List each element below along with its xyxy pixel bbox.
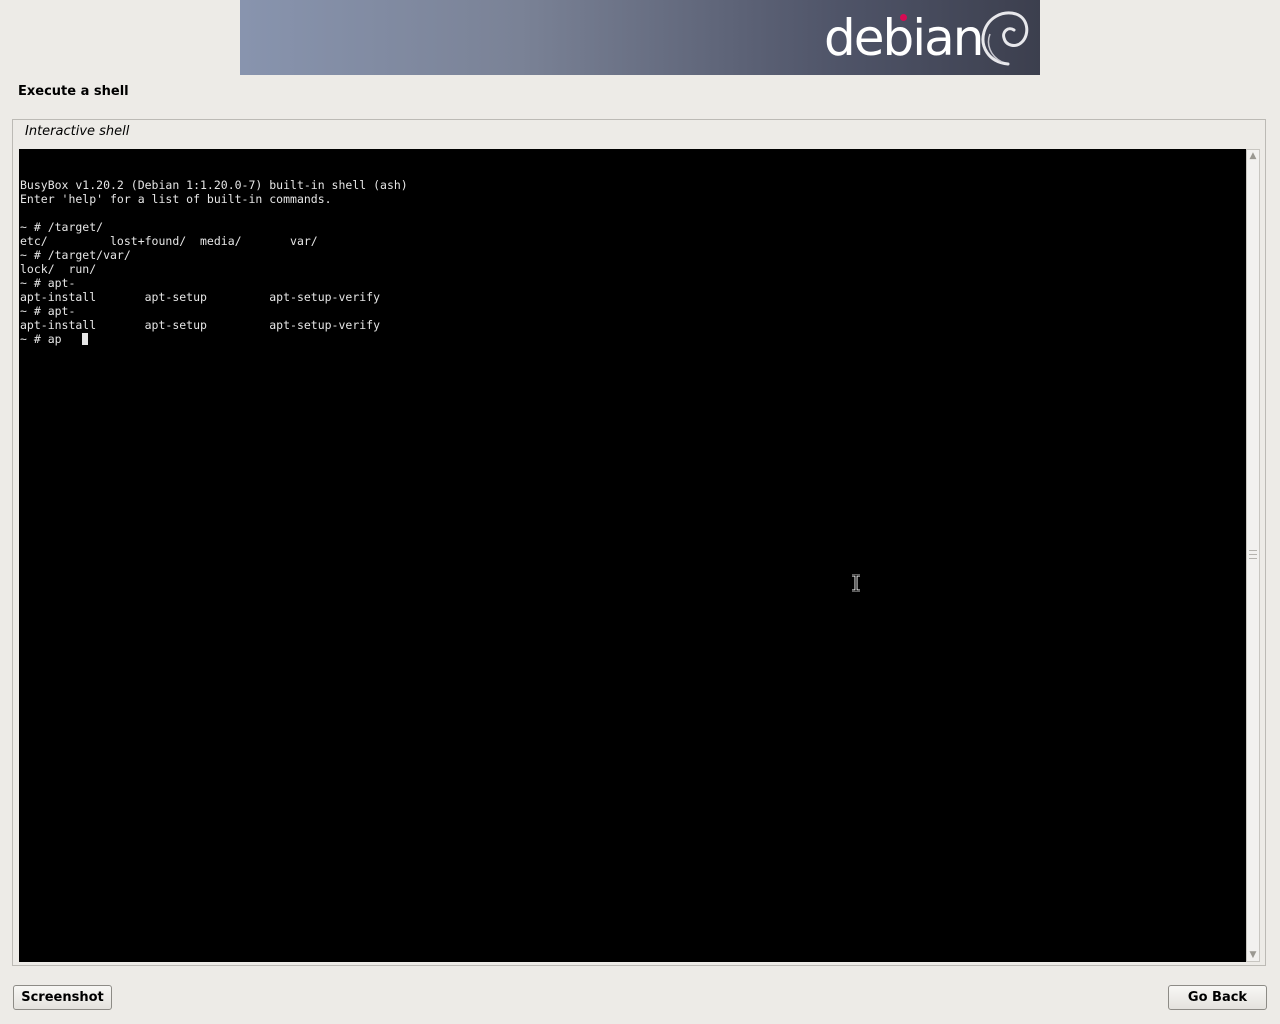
debian-swirl-icon bbox=[981, 11, 1029, 66]
debian-banner: debian bbox=[240, 0, 1040, 75]
terminal-line: apt-install apt-setup apt-setup-verify bbox=[20, 290, 381, 304]
shell-frame-label: Interactive shell bbox=[25, 124, 130, 139]
terminal-line: etc/ lost+found/ media/ var/ bbox=[20, 234, 318, 248]
terminal-prompt-line[interactable]: ~ # ap bbox=[20, 332, 62, 346]
text-cursor bbox=[82, 333, 88, 345]
terminal-line: Enter 'help' for a list of built-in comm… bbox=[20, 192, 332, 206]
terminal-line: apt-install apt-setup apt-setup-verify bbox=[20, 318, 381, 332]
go-back-button[interactable]: Go Back bbox=[1168, 985, 1267, 1010]
terminal-line: ~ # /target/var/ bbox=[20, 248, 131, 262]
page-title: Execute a shell bbox=[18, 84, 129, 99]
terminal-line: BusyBox v1.20.2 (Debian 1:1.20.0-7) buil… bbox=[20, 178, 408, 192]
screenshot-button[interactable]: Screenshot bbox=[13, 985, 112, 1010]
terminal-line: ~ # apt- bbox=[20, 304, 76, 318]
terminal-line: ~ # apt- bbox=[20, 276, 76, 290]
logo-accent-dot bbox=[900, 14, 907, 21]
terminal-line: ~ # /target/ bbox=[20, 220, 104, 234]
scroll-down-arrow-icon[interactable]: ▼ bbox=[1247, 949, 1259, 961]
scroll-up-arrow-icon[interactable]: ▲ bbox=[1247, 150, 1259, 162]
terminal-scrollbar[interactable]: ▲ ▼ bbox=[1246, 149, 1260, 962]
ibeam-cursor-icon bbox=[852, 574, 860, 592]
scroll-grip-icon[interactable] bbox=[1249, 550, 1257, 559]
terminal-line: lock/ run/ bbox=[20, 262, 97, 276]
terminal[interactable]: BusyBox v1.20.2 (Debian 1:1.20.0-7) buil… bbox=[19, 149, 1246, 962]
